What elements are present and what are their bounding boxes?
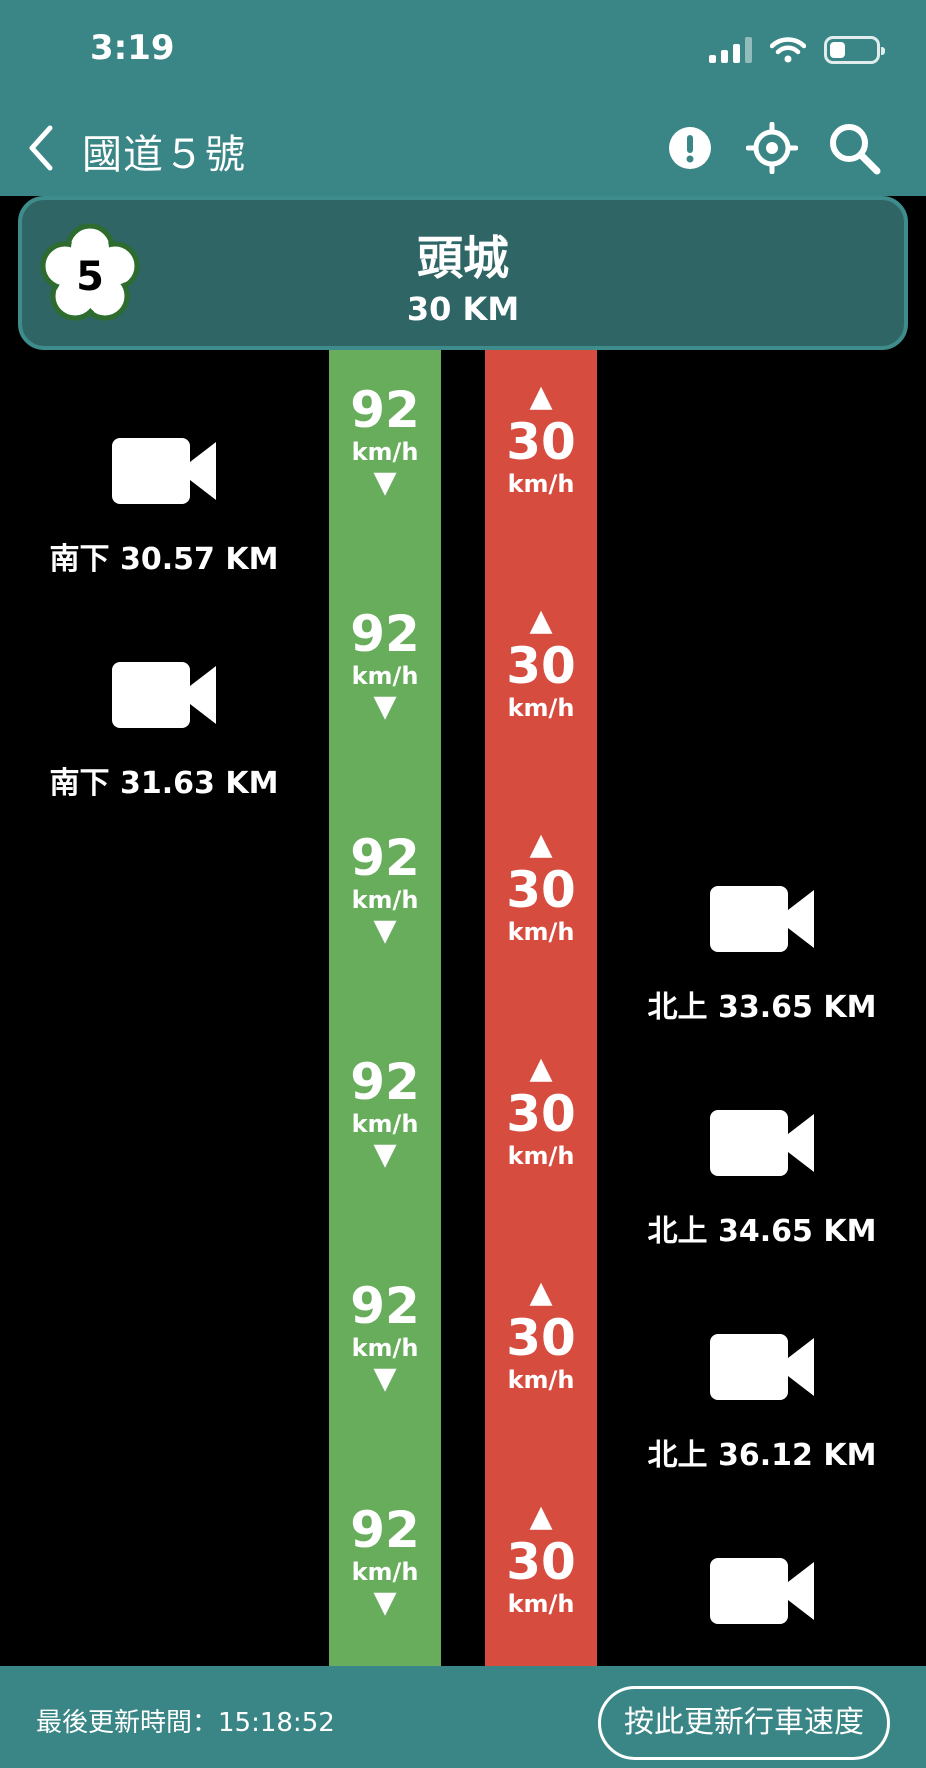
exclamation-icon (669, 127, 711, 169)
camera-southbound[interactable]: 南下 31.63 KM (14, 660, 314, 802)
video-camera-icon (710, 1110, 814, 1176)
speed-unit: km/h (351, 1558, 419, 1586)
speed-value: 92 (350, 1277, 420, 1335)
status-icons (709, 36, 885, 64)
southbound-speed-segment[interactable]: 92 km/h ▼ (329, 1278, 441, 1502)
speed-value: 30 (506, 637, 576, 695)
video-camera-icon (710, 886, 814, 952)
northbound-speed-segment[interactable]: ▲ 30 km/h (485, 604, 597, 828)
interchange-km: 30 KM (406, 290, 520, 328)
speed-unit: km/h (351, 438, 419, 466)
speed-unit: km/h (351, 1334, 419, 1362)
northbound-speed-segment[interactable]: ▲ 30 km/h (485, 1276, 597, 1500)
speed-unit: km/h (507, 918, 575, 946)
speed-unit: km/h (351, 662, 419, 690)
speed-value: 30 (506, 1309, 576, 1367)
speed-unit: km/h (507, 1590, 575, 1618)
app-header: 3:19 國道５號 (0, 0, 926, 196)
up-arrow-icon: ▲ (529, 827, 553, 862)
southbound-speed-segment[interactable]: 92 km/h ▼ (329, 382, 441, 606)
northbound-speed-segment[interactable]: ▲ 30 km/h (485, 380, 597, 604)
up-arrow-icon: ▲ (529, 1275, 553, 1310)
search-button[interactable] (826, 120, 882, 176)
crosshair-icon (746, 122, 798, 174)
video-camera-icon (710, 1558, 814, 1624)
speed-value: 30 (506, 1085, 576, 1143)
camera-label: 北上 33.65 KM (647, 990, 877, 1025)
camera-northbound[interactable]: 北上 36.12 KM (612, 1332, 912, 1474)
up-arrow-icon: ▲ (529, 1499, 553, 1534)
last-update-time: 最後更新時間：15:18:52 (36, 1708, 335, 1738)
speed-value: 92 (350, 381, 420, 439)
speed-unit: km/h (507, 470, 575, 498)
interchange-name: 頭城 (417, 231, 509, 285)
status-time: 3:19 (90, 28, 175, 68)
speed-unit: km/h (507, 1142, 575, 1170)
wifi-icon (770, 37, 806, 63)
battery-icon (824, 36, 885, 64)
down-arrow-icon: ▼ (373, 689, 397, 724)
speed-value: 30 (506, 1533, 576, 1591)
up-arrow-icon: ▲ (529, 603, 553, 638)
camera-label: 北上 34.65 KM (647, 1214, 877, 1249)
down-arrow-icon: ▼ (373, 1137, 397, 1172)
refresh-speed-button[interactable]: 按此更新行車速度 (598, 1686, 890, 1760)
speed-unit: km/h (351, 1110, 419, 1138)
southbound-speed-segment[interactable]: 92 km/h ▼ (329, 830, 441, 1054)
nav-actions (662, 120, 882, 176)
cellular-signal-icon (709, 37, 752, 63)
battery-level (830, 42, 845, 58)
down-arrow-icon: ▼ (373, 913, 397, 948)
back-button[interactable] (24, 118, 68, 178)
footer-bar: 最後更新時間：15:18:52 按此更新行車速度 (0, 1666, 926, 1768)
video-camera-icon (112, 438, 216, 504)
down-arrow-icon: ▼ (373, 1361, 397, 1396)
down-arrow-icon: ▼ (373, 465, 397, 500)
southbound-speed-segment[interactable]: 92 km/h ▼ (329, 606, 441, 830)
southbound-speed-segment[interactable]: 92 km/h ▼ (329, 1054, 441, 1278)
camera-northbound[interactable]: 北上 33.65 KM (612, 884, 912, 1026)
speed-value: 92 (350, 1053, 420, 1111)
video-camera-icon (710, 1334, 814, 1400)
camera-label: 北上 36.12 KM (647, 1438, 877, 1473)
camera-southbound[interactable]: 南下 30.57 KM (14, 436, 314, 578)
speed-value: 92 (350, 605, 420, 663)
alert-button[interactable] (662, 120, 718, 176)
northbound-speed-strip: ▲ 30 km/h ▲ 30 km/h ▲ 30 km/h ▲ 30 km/h … (485, 350, 597, 1666)
locate-button[interactable] (744, 120, 800, 176)
speed-unit: km/h (351, 886, 419, 914)
camera-northbound[interactable]: 北上 34.65 KM (612, 1108, 912, 1250)
northbound-speed-segment[interactable]: ▲ 30 km/h (485, 1052, 597, 1276)
interchange-banner: 5 頭城 30 KM (18, 196, 908, 350)
down-arrow-icon: ▼ (373, 1585, 397, 1620)
southbound-speed-strip: 92 km/h ▼ 92 km/h ▼ 92 km/h ▼ 92 km/h ▼ … (329, 350, 441, 1666)
speed-value: 30 (506, 413, 576, 471)
camera-northbound[interactable] (612, 1556, 912, 1626)
speed-unit: km/h (507, 1366, 575, 1394)
speed-unit: km/h (507, 694, 575, 722)
speed-value: 30 (506, 861, 576, 919)
search-icon (830, 124, 881, 175)
speed-value: 92 (350, 829, 420, 887)
chevron-left-icon (29, 125, 53, 171)
page-title: 國道５號 (82, 132, 246, 178)
up-arrow-icon: ▲ (529, 1051, 553, 1086)
up-arrow-icon: ▲ (529, 379, 553, 414)
northbound-speed-segment[interactable]: ▲ 30 km/h (485, 828, 597, 1052)
camera-label: 南下 30.57 KM (49, 542, 279, 577)
speed-value: 92 (350, 1501, 420, 1559)
video-camera-icon (112, 662, 216, 728)
camera-label: 南下 31.63 KM (49, 766, 279, 801)
